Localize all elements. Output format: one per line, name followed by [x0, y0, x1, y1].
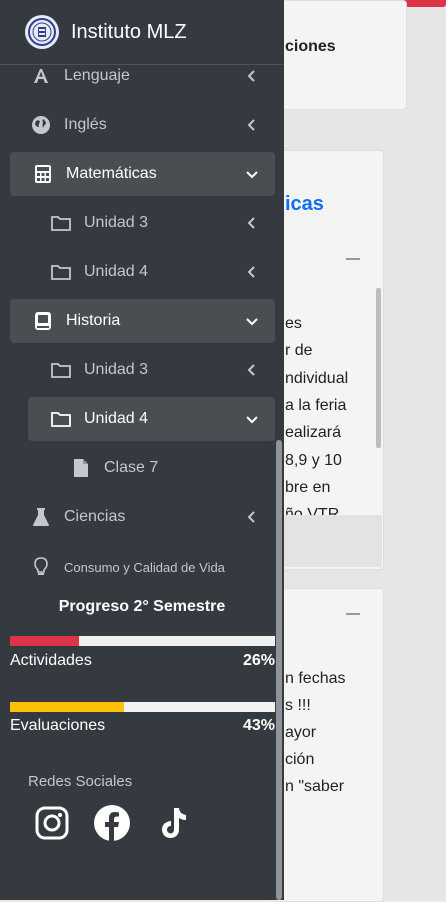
evaluations-progress-bar	[10, 702, 275, 712]
sidebar-item-label: Historia	[66, 312, 121, 329]
card-line: a la feria	[285, 397, 347, 414]
folder-icon	[50, 408, 72, 430]
sidebar-item-label: Ciencias	[64, 508, 126, 525]
flask-icon	[30, 506, 52, 528]
card-title: icas	[285, 193, 324, 215]
chevron-left-icon	[243, 361, 261, 379]
sidebar-item-label: Unidad 4	[84, 410, 149, 427]
folder-icon	[50, 359, 72, 381]
sidebar-item-label: Unidad 3	[84, 214, 149, 231]
card-line: n "saber	[285, 778, 345, 795]
card-line: n fechas	[285, 670, 346, 687]
collapse-icon[interactable]	[346, 613, 360, 615]
chevron-left-icon	[243, 116, 261, 134]
card-footer	[270, 515, 382, 567]
sidebar-item-label: Clase 7	[104, 459, 159, 476]
sidebar-item-label: Lenguaje	[64, 67, 130, 84]
sidebar: Instituto MLZ Lenguaje Inglés Matemática…	[0, 0, 284, 900]
instagram-icon[interactable]	[33, 804, 71, 842]
sidebar-item-mat-unidad-3[interactable]: Unidad 3	[50, 201, 275, 245]
sidebar-scrollbar[interactable]	[276, 440, 282, 900]
card-line: ayor	[285, 724, 317, 741]
evaluations-label: Evaluaciones	[10, 717, 106, 734]
evaluations-percent: 43%	[242, 717, 275, 734]
folder-icon	[50, 261, 72, 283]
sidebar-item-matematicas[interactable]: Matemáticas	[10, 152, 275, 196]
card-line: ealizará	[285, 424, 342, 441]
progress-title: Progreso 2° Semestre	[58, 598, 226, 615]
activities-row: Actividades 26%	[10, 652, 275, 670]
card-line: bre en	[285, 479, 331, 496]
card-line: ndividual	[285, 370, 349, 387]
chevron-left-icon	[243, 214, 261, 232]
chevron-down-icon	[243, 410, 261, 428]
chevron-left-icon	[243, 263, 261, 281]
card-scrollbar[interactable]	[376, 288, 381, 448]
activities-progress-fill	[10, 636, 79, 646]
activities-label: Actividades	[10, 652, 92, 669]
social-title: Redes Sociales	[28, 773, 133, 790]
chevron-down-icon	[243, 312, 261, 330]
school-logo	[25, 15, 59, 49]
chevron-left-icon	[243, 67, 261, 85]
calculator-icon	[32, 163, 54, 185]
notice-card	[270, 588, 384, 902]
globe-icon	[30, 114, 52, 136]
book-icon	[32, 310, 54, 332]
activities-percent: 26%	[242, 652, 275, 669]
sidebar-item-label: Unidad 4	[84, 263, 149, 280]
sidebar-item-hist-unidad-4[interactable]: Unidad 4	[28, 397, 275, 441]
evaluations-row: Evaluaciones 43%	[10, 717, 275, 735]
card-line: r de	[285, 342, 313, 359]
card-line: 8,9 y 10	[285, 452, 342, 469]
activities-progress-bar	[10, 636, 275, 646]
card-line: es	[285, 315, 302, 332]
sidebar-item-label: Inglés	[64, 116, 107, 133]
sidebar-item-historia[interactable]: Historia	[10, 299, 275, 343]
sidebar-item-label: Matemáticas	[66, 165, 157, 182]
card-line: s !!!	[285, 697, 311, 714]
sidebar-item-clase-7[interactable]: Clase 7	[70, 446, 275, 490]
card-line: ción	[285, 751, 315, 768]
chevron-down-icon	[243, 165, 261, 183]
sidebar-item-ingles[interactable]: Inglés	[30, 103, 275, 147]
lightbulb-icon	[30, 556, 52, 578]
sidebar-item-label: Unidad 3	[84, 361, 149, 378]
sidebar-item-hist-unidad-3[interactable]: Unidad 3	[50, 348, 275, 392]
sidebar-item-ciencias[interactable]: Ciencias	[30, 495, 275, 539]
folder-icon	[50, 212, 72, 234]
chevron-left-icon	[243, 508, 261, 526]
evaluations-progress-fill	[10, 702, 124, 712]
sidebar-item-label: Consumo y Calidad de Vida	[64, 559, 225, 575]
brand-name: Instituto MLZ	[71, 20, 187, 43]
card-text: ciones	[285, 38, 336, 55]
tiktok-icon[interactable]	[154, 804, 192, 842]
sidebar-item-lenguaje[interactable]: Lenguaje	[30, 54, 275, 98]
collapse-icon[interactable]	[346, 258, 360, 260]
file-icon	[70, 457, 92, 479]
facebook-icon[interactable]	[93, 804, 131, 842]
sidebar-item-mat-unidad-4[interactable]: Unidad 4	[50, 250, 275, 294]
sidebar-item-consumo[interactable]: Consumo y Calidad de Vida	[30, 545, 275, 589]
font-icon	[30, 65, 52, 87]
